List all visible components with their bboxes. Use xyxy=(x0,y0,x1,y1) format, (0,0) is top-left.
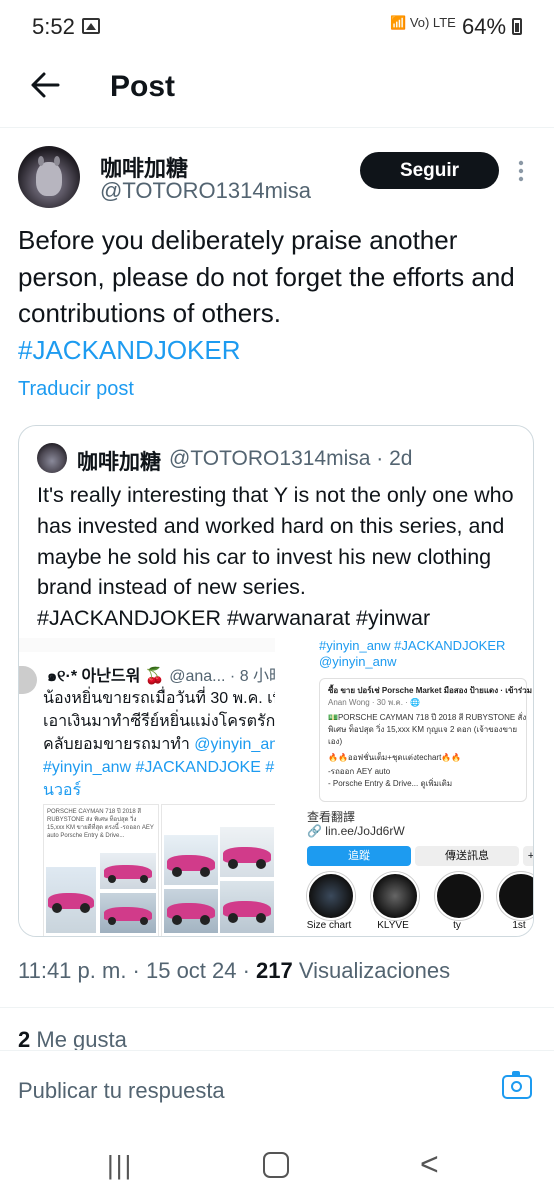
post-body: Before you deliberately praise another p… xyxy=(18,225,515,328)
highlight-1st xyxy=(497,872,533,920)
network-indicator: 📶 Vo) LTE xyxy=(390,15,456,31)
reply-input[interactable]: Publicar tu respuesta xyxy=(18,1078,225,1104)
battery-percent: 64% xyxy=(462,14,507,39)
page-title: Post xyxy=(110,70,176,103)
fb-card-line-6: - Porsche Entry & Drive... ดูเพิ่มเติม xyxy=(328,779,453,788)
meta-divider xyxy=(0,1007,554,1008)
status-bar: 5:52 📶 Vo) LTE 64% xyxy=(0,0,554,56)
views-count: 217 xyxy=(256,958,293,983)
highlight-klyve xyxy=(371,872,419,920)
media-post-handle: @ana... · 8 小時 xyxy=(169,668,277,685)
media-line-3-text: คลับยอมขายรถมาทำ xyxy=(43,736,195,753)
media-right-follow-button: 追蹤 xyxy=(307,846,411,866)
fb-card-author: Anan Wong · 30 พ.ค. · 🌐 xyxy=(328,698,421,707)
embedded-card-1-text: PORSCHE CAYMAN 718 ปี 2018 สี RUBYSTONE … xyxy=(47,809,154,839)
translate-post-link[interactable]: Traducir post xyxy=(18,378,134,401)
media-post-header: ๑୧·* 아난드워 🍒 @ana... · 8 小時 xyxy=(47,662,277,689)
quote-text: It's really interesting that Y is not th… xyxy=(37,480,527,634)
highlight-label-1: Size chart xyxy=(306,920,352,931)
battery-icon xyxy=(512,18,522,35)
gallery-notification-icon xyxy=(82,18,100,34)
likes-label: Me gusta xyxy=(30,1027,127,1052)
post-hashtag[interactable]: #JACKANDJOKER xyxy=(18,335,241,365)
wifi-icon: 📶 xyxy=(390,15,407,30)
media-post-name: ๑୧·* 아난드워 🍒 xyxy=(47,668,165,685)
media-image-right[interactable]: #yinyin_anw #JACKANDJOKER @yinyin_anw ซื… xyxy=(279,638,533,936)
home-button[interactable] xyxy=(263,1152,289,1178)
media-right-handle: @yinyin_anw xyxy=(319,654,397,669)
status-time: 5:52 xyxy=(32,14,75,39)
recents-button[interactable]: ||| xyxy=(107,1150,133,1181)
fb-card-line-3: เอง) xyxy=(328,737,343,746)
highlight-label-3: ty xyxy=(453,920,461,931)
camera-icon[interactable] xyxy=(502,1071,532,1099)
embedded-card-1: PORSCHE CAYMAN 718 ปี 2018 สี RUBYSTONE … xyxy=(43,804,159,936)
highlight-size-chart xyxy=(307,872,355,920)
system-back-button[interactable]: < xyxy=(420,1146,439,1183)
media-right-message-button: 傳送訊息 xyxy=(415,846,519,866)
network-label: Vo) LTE xyxy=(409,15,456,30)
highlight-ty xyxy=(435,872,483,920)
media-avatar xyxy=(19,666,37,694)
embedded-card-2 xyxy=(161,804,275,936)
back-arrow-icon[interactable] xyxy=(30,70,60,100)
media-right-fb-card: ซื้อ ขาย ปอร์เช่ Porsche Market มือสอง ป… xyxy=(319,678,532,802)
media-line-3: คลับยอมขายรถมาทำ @yinyin_anw xyxy=(43,732,275,757)
more-options-icon[interactable] xyxy=(518,160,524,182)
fb-card-line-2: พิเศษ ท็อปสุด วิ่ง 15,xxx KM กุญแจ 2 ดอก… xyxy=(328,725,518,734)
quote-author-avatar xyxy=(37,443,67,473)
media-line-3-tag: @yinyin_anw xyxy=(194,736,275,753)
media-top-strip xyxy=(19,638,275,652)
quote-hashtags: #JACKANDJOKER #warwanarat #yinwar xyxy=(37,606,431,631)
quote-body: It's really interesting that Y is not th… xyxy=(37,483,514,600)
media-line-4: #yinyin_anw #JACKANDJOKE #ห xyxy=(43,759,277,776)
quote-author-name: 咖啡加糖 xyxy=(77,451,161,474)
post-timestamp: 11:41 p. m. · 15 oct 24 · xyxy=(18,958,257,983)
quoted-post[interactable]: 咖啡加糖 @TOTORO1314misa · 2d It's really in… xyxy=(18,425,534,937)
media-right-link: 🔗 lin.ee/JoJd6rW xyxy=(307,824,405,838)
media-line-5: นวอร์ xyxy=(43,782,82,799)
likes-count: 2 xyxy=(18,1027,31,1052)
media-right-tags: #yinyin_anw #JACKANDJOKER xyxy=(319,638,506,653)
media-line-2: เอาเงินมาทำซีรีย์หยิ่นแม่งโครตรักแฟ xyxy=(43,713,277,730)
header-divider xyxy=(0,127,554,128)
follow-button[interactable]: Seguir xyxy=(360,152,499,189)
fb-card-line-4: 🔥🔥ออฟชั่นเต็ม+ชุดแต่งtechart🔥🔥 xyxy=(328,753,462,762)
quote-author-handle: @TOTORO1314misa · 2d xyxy=(169,447,413,470)
post-meta: 11:41 p. m. · 15 oct 24 · 217 Visualizac… xyxy=(18,958,450,984)
highlight-label-4: 1st xyxy=(512,920,526,931)
post-text: Before you deliberately praise another p… xyxy=(18,222,538,368)
media-right-add-icon: +8 xyxy=(523,846,533,866)
media-line-1: น้องหยิ่นขายรถเมื่อวันที่ 30 พ.ค. เพื่ xyxy=(43,690,277,707)
author-avatar[interactable] xyxy=(18,146,80,208)
highlight-label-2: KLYVE xyxy=(377,920,409,931)
media-right-translate: 查看翻譯 xyxy=(307,810,356,824)
author-handle[interactable]: @TOTORO1314misa xyxy=(100,178,311,204)
media-image-left[interactable]: ๑୧·* 아난드워 🍒 @ana... · 8 小時 น้องหยิ่นขายร… xyxy=(19,638,277,936)
views-label: Visualizaciones xyxy=(292,958,451,983)
quote-media[interactable]: ๑୧·* 아난드워 🍒 @ana... · 8 小時 น้องหยิ่นขายร… xyxy=(19,638,533,936)
